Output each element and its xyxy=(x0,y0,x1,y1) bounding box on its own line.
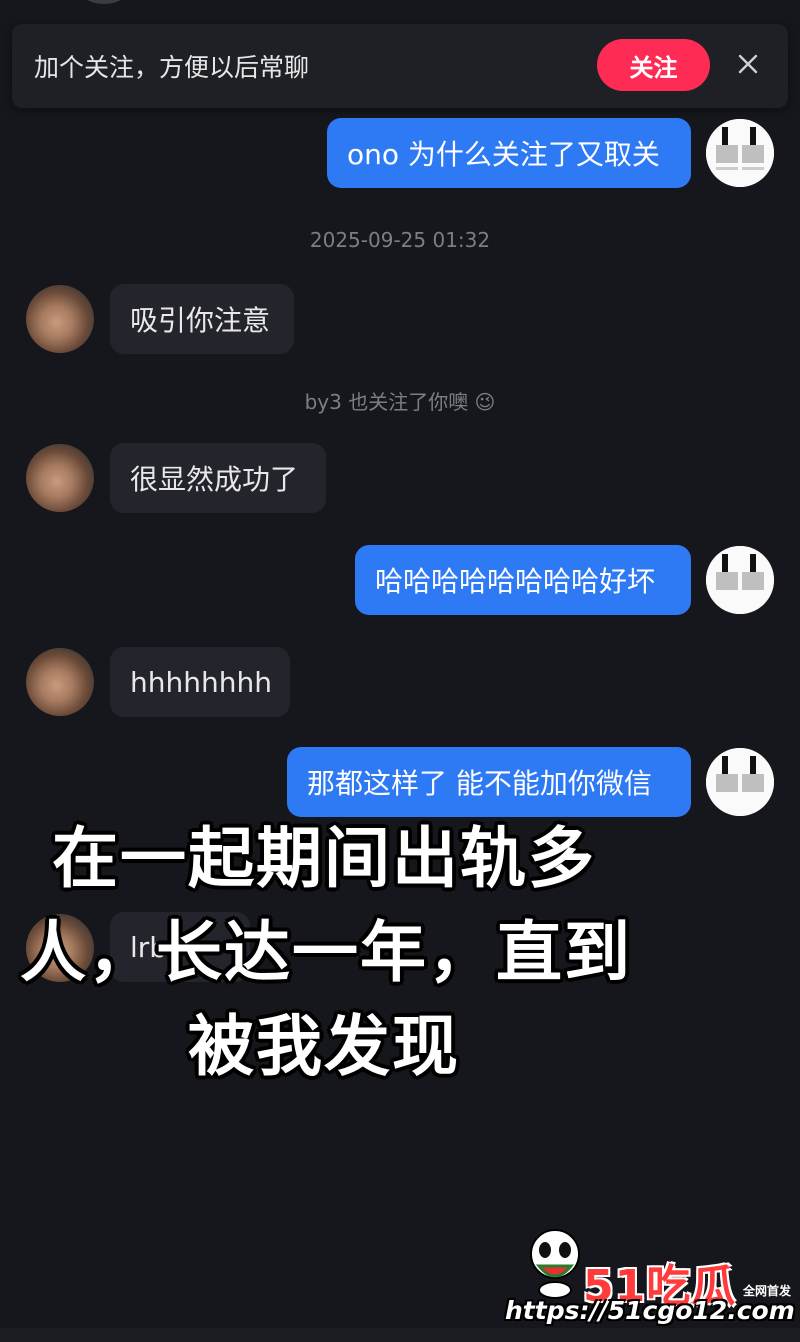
caption-line: 人，长达一年，直到 xyxy=(20,914,632,991)
overlay-caption: 在一起期间出轨多 人，长达一年，直到 被我发现 xyxy=(20,812,660,1094)
follow-button[interactable]: 关注 xyxy=(597,39,710,91)
mascot-icon xyxy=(530,1229,580,1299)
close-icon[interactable] xyxy=(732,48,764,80)
message-bubble-sent[interactable]: 哈哈哈哈哈哈哈哈好坏 xyxy=(355,545,691,615)
contact-avatar[interactable] xyxy=(26,648,94,716)
message-bubble-sent[interactable]: 那都这样了 能不能加你微信 xyxy=(287,747,691,817)
contact-avatar[interactable] xyxy=(26,444,94,512)
follow-prompt-banner: 加个关注，方便以后常聊 关注 xyxy=(12,24,788,108)
self-avatar[interactable] xyxy=(706,119,774,187)
message-timestamp: 2025-09-25 01:32 xyxy=(309,228,491,252)
partial-avatar xyxy=(78,0,130,4)
self-avatar[interactable] xyxy=(706,748,774,816)
message-bubble-sent[interactable]: ono 为什么关注了又取关 xyxy=(327,118,691,188)
system-notice: by3 也关注了你噢 😉 xyxy=(304,390,496,414)
follow-prompt-text: 加个关注，方便以后常聊 xyxy=(34,53,310,82)
message-bubble-received[interactable]: 吸引你注意 xyxy=(110,284,294,354)
bottom-bar xyxy=(0,1328,800,1342)
self-avatar[interactable] xyxy=(706,546,774,614)
message-bubble-received[interactable]: hhhhhhhh xyxy=(110,647,290,717)
message-bubble-received[interactable]: 很显然成功了 xyxy=(110,443,326,513)
caption-line: 被我发现 xyxy=(188,1008,460,1085)
watermark: 51吃瓜 全网首发 https://51cgo12.com xyxy=(505,1222,795,1334)
contact-avatar[interactable] xyxy=(26,285,94,353)
caption-line: 在一起期间出轨多 xyxy=(52,820,596,897)
watermark-url: https://51cgo12.com xyxy=(505,1296,795,1325)
